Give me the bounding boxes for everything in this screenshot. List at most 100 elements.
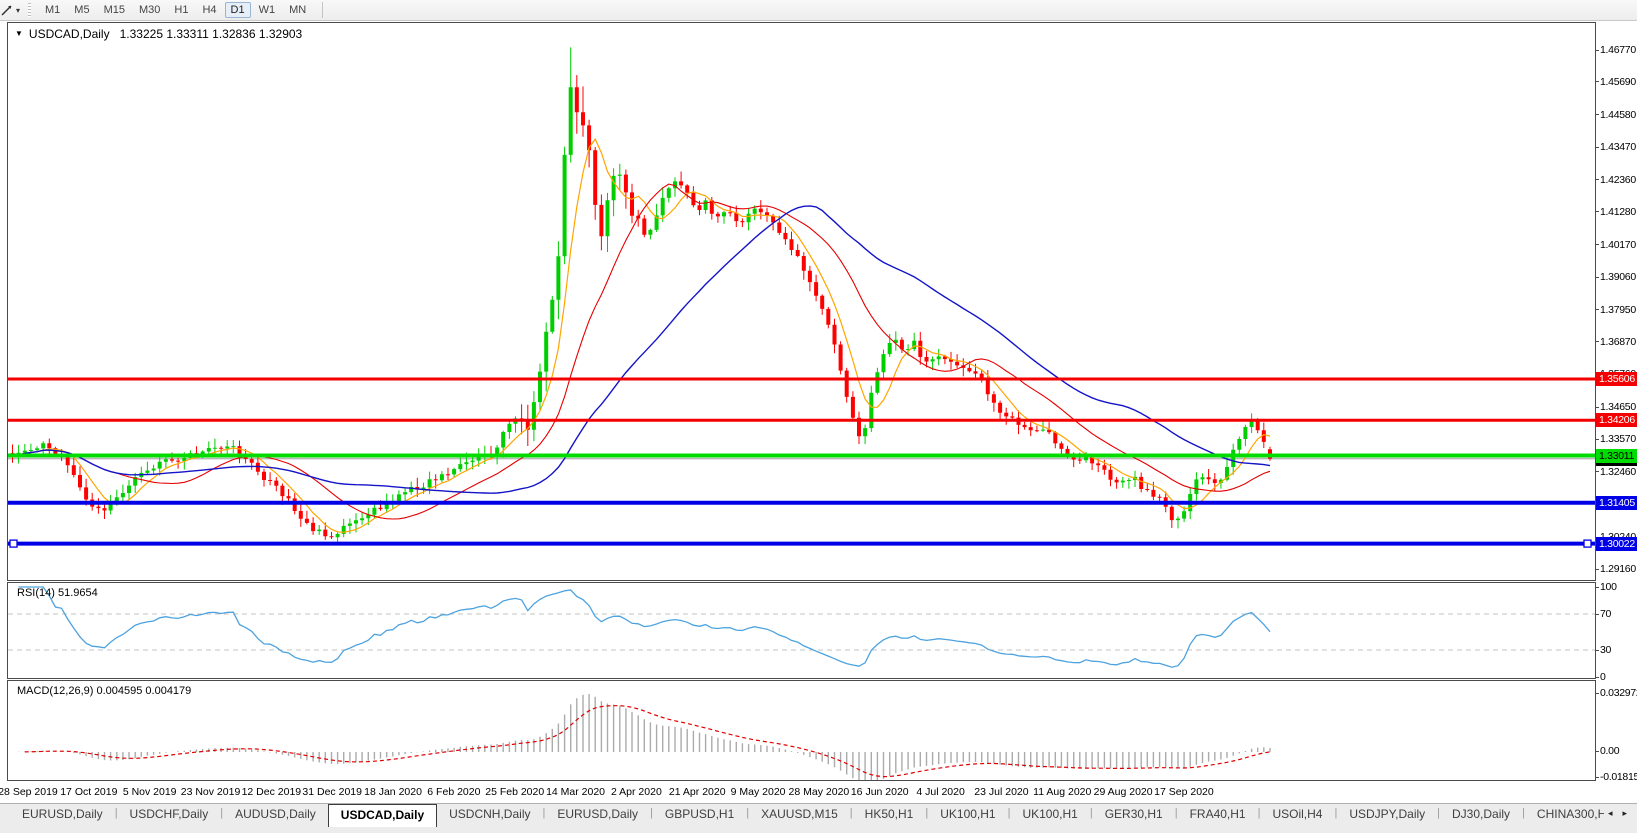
date-label: 6 Feb 2020 [427,786,481,798]
macd-axis[interactable]: 0.0329720.00-0.01815 [1595,680,1637,783]
rsi-tick [1595,677,1599,678]
date-label: 25 Feb 2020 [485,786,545,798]
candlestick-chart[interactable] [8,23,1595,580]
tabs-scroll-right-icon[interactable]: ▸ [1622,808,1627,819]
price-tick-label: 1.37950 [1600,303,1636,316]
timeframe-button-m15[interactable]: M15 [98,2,131,18]
timeframe-button-m30[interactable]: M30 [133,2,166,18]
date-label: 5 Nov 2019 [122,786,177,798]
chart-tab-gbpusd-h1[interactable]: GBPUSD,H1 [653,804,746,827]
rsi-label: RSI(14) 51.9654 [17,587,98,599]
rsi-plot[interactable] [8,583,1595,678]
chart-tabs-bar: EURUSD,Daily | USDCHF,Daily | AUDUSD,Daily US… [0,803,1637,833]
rsi-tick [1595,650,1599,651]
main-chart-panel[interactable]: ▼ USDCAD,Daily 1.33225 1.33311 1.32836 1… [7,22,1596,581]
chart-tabs: EURUSD,Daily | USDCHF,Daily | AUDUSD,Daily US… [0,804,1604,827]
chart-tab-usdcnh-daily[interactable]: USDCNH,Daily [437,804,542,827]
timeframe-button-m1[interactable]: M1 [39,2,66,18]
macd-tick-label: 0.032972 [1600,687,1637,699]
price-level-badge: 1.34206 [1596,413,1637,428]
price-tick [1595,211,1599,213]
date-label: 29 Aug 2020 [1093,786,1153,798]
price-level-badge: 1.30022 [1596,536,1637,551]
price-tick [1595,406,1599,408]
chart-tab-audusd-daily[interactable]: AUDUSD,Daily [223,804,328,827]
price-tick [1595,438,1599,440]
price-tick-label: 1.39060 [1600,271,1636,284]
price-tick [1595,49,1599,51]
date-label: 2 Apr 2020 [610,786,662,798]
chart-symbol: USDCAD,Daily [28,27,110,41]
price-tick-label: 1.29160 [1600,563,1636,575]
top-toolbar: ▾ M1 M5 M15 M30 H1 H4 D1 W1 MN [0,0,1637,21]
price-axis[interactable]: 1.46770 1.45690 1.44580 1.43470 1.42360 1.412… [1595,22,1637,581]
price-tick [1595,471,1599,473]
macd-panel[interactable]: MACD(12,26,9) 0.004595 0.004179 [7,680,1596,781]
ma-medium [12,183,1271,520]
rsi-panel[interactable]: RSI(14) 51.9654 [7,582,1596,679]
timeframe-button-w1[interactable]: W1 [253,2,282,18]
date-label: 18 Jan 2020 [364,786,422,798]
chart-tab-usoil-h4[interactable]: USOil,H4 [1260,804,1334,827]
rsi-tick-label: 70 [1600,608,1612,620]
chart-tab-usdchf-daily[interactable]: USDCHF,Daily [118,804,221,827]
tabs-scroll-left-icon[interactable]: ◂ [1608,808,1613,819]
ma-fast [12,137,1271,533]
macd-plot[interactable] [8,681,1595,780]
date-label: 12 Dec 2019 [241,786,302,798]
price-tick-label: 1.43470 [1600,141,1636,154]
price-tick-label: 1.40170 [1600,238,1636,251]
hline-handle [9,539,18,548]
date-label: 14 Mar 2020 [546,786,606,798]
price-tick [1595,81,1599,83]
macd-tick [1595,751,1599,752]
price-tick [1595,276,1599,278]
date-label: 9 May 2020 [730,786,786,798]
date-label: 11 Aug 2020 [1033,786,1092,798]
macd-label: MACD(12,26,9) 0.004595 0.004179 [17,685,192,697]
chart-title: ▼ USDCAD,Daily 1.33225 1.33311 1.32836 1… [15,27,302,41]
chart-tab-uk100-h1[interactable]: UK100,H1 [928,804,1007,827]
rsi-tick [1595,587,1599,588]
date-label: 4 Jul 2020 [916,786,965,798]
chart-tab-ger30-h1[interactable]: GER30,H1 [1093,804,1175,827]
timeframe-button-h1[interactable]: H1 [168,2,194,18]
timeframe-button-d1[interactable]: D1 [224,2,251,18]
price-tick [1595,114,1599,116]
price-tick [1595,146,1599,148]
date-label: 16 Jun 2020 [850,786,909,798]
date-label: 28 May 2020 [788,786,850,798]
collapse-arrow-icon[interactable]: ▼ [15,29,23,38]
chart-tab-usdjpy-daily[interactable]: USDJPY,Daily [1337,804,1437,827]
ma-slow [12,205,1271,494]
timeframe-button-mn[interactable]: MN [283,2,312,18]
time-axis[interactable]: 28 Sep 2019 17 Oct 2019 5 Nov 2019 23 Nov 2… [0,782,1637,802]
chart-tab-usdcad-daily[interactable]: USDCAD,Daily [327,804,438,827]
chart-tab-dj30-daily[interactable]: DJ30,Daily [1440,804,1522,827]
price-tick-label: 1.46770 [1600,44,1636,56]
price-level-badge: 1.31405 [1596,495,1637,510]
chart-tab-uk100-h1[interactable]: UK100,H1 [1010,804,1089,827]
price-tick-label: 1.34650 [1600,401,1636,414]
chart-tab-eurusd-daily[interactable]: EURUSD,Daily [10,804,115,827]
tool-dropdown-icon[interactable]: ▾ [16,6,20,15]
price-tick [1595,179,1599,181]
rsi-tick-label: 30 [1600,644,1612,656]
rsi-tick [1595,614,1599,615]
drawing-tool-icon[interactable] [0,2,16,18]
price-tick-label: 1.45690 [1600,75,1636,88]
chart-tab-xauusd-m15[interactable]: XAUUSD,M15 [749,804,850,827]
price-tick [1595,568,1599,570]
toolbar-separator [322,2,324,18]
chart-tab-fra40-h1[interactable]: FRA40,H1 [1178,804,1258,827]
chart-tab-hk50-h1[interactable]: HK50,H1 [853,804,926,827]
tab-scroll-buttons: ◂ ▸ [1604,804,1637,819]
chart-tab-eurusd-daily[interactable]: EURUSD,Daily [545,804,650,827]
timeframe-buttons: M1 M5 M15 M30 H1 H4 D1 W1 MN [39,2,312,18]
rsi-axis[interactable]: 100 70 30 0 [1595,581,1637,683]
chart-tab-china300-h1[interactable]: CHINA300,H1 [1525,804,1604,827]
date-label: 23 Jul 2020 [974,786,1029,798]
timeframe-button-m5[interactable]: M5 [68,2,95,18]
timeframe-button-h4[interactable]: H4 [196,2,222,18]
macd-tick [1595,777,1599,778]
